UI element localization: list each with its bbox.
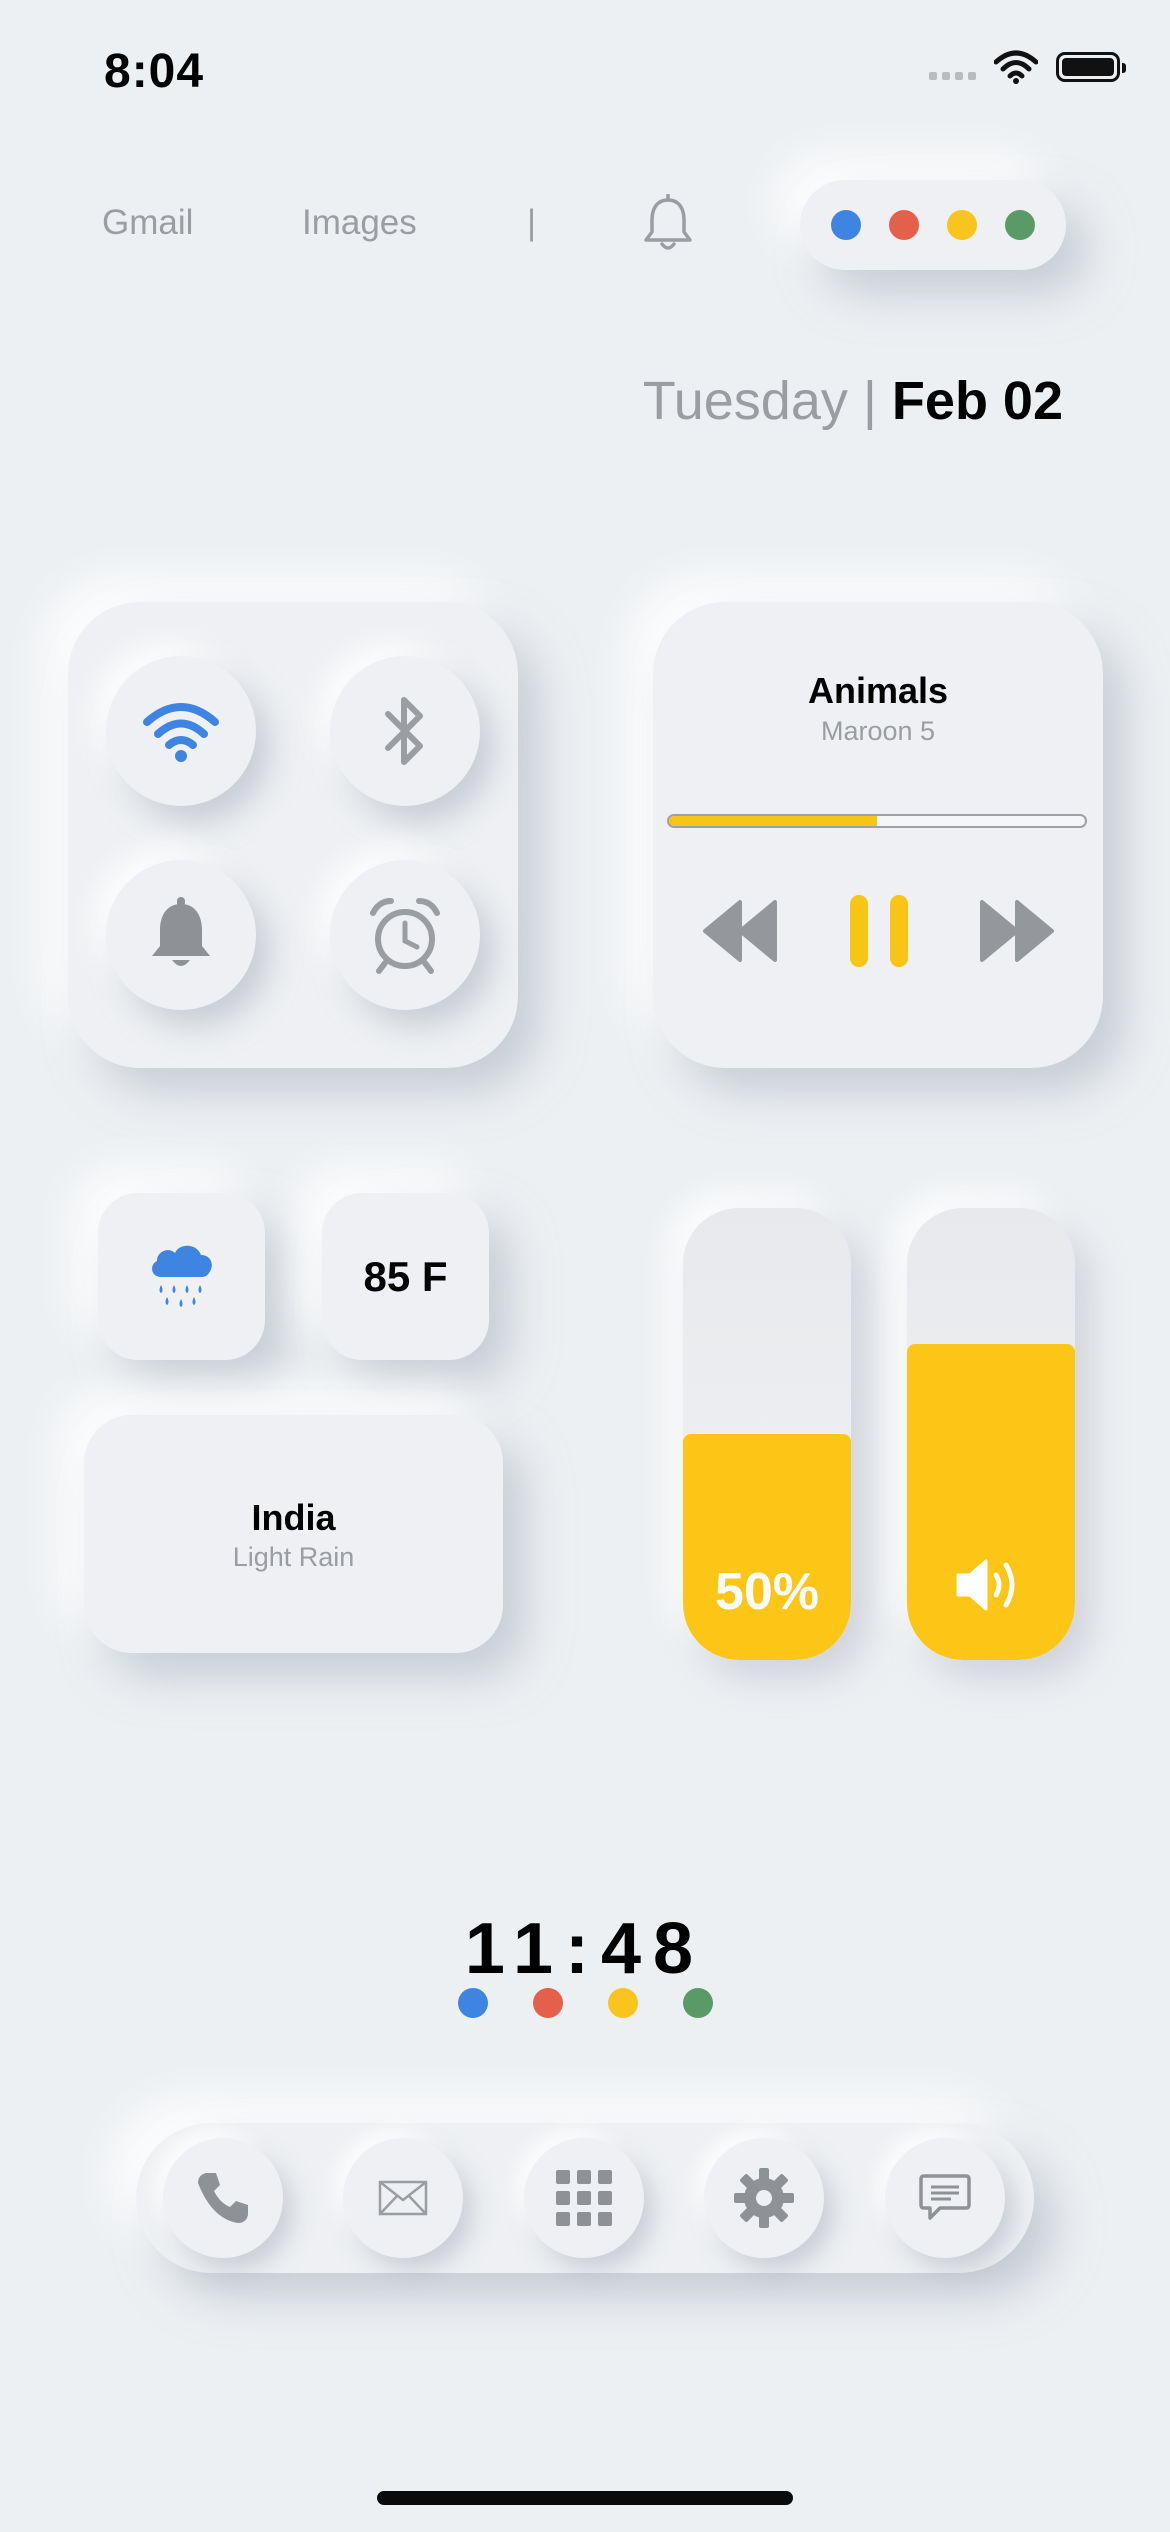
control-panel [68, 602, 518, 1068]
volume-slider[interactable] [907, 1208, 1075, 1660]
red-dot [533, 1988, 563, 2018]
date-separator: | [862, 371, 877, 431]
blue-dot [831, 210, 861, 240]
notifications-toggle[interactable] [106, 860, 256, 1010]
fast-forward-button[interactable] [978, 898, 1056, 969]
dock-settings-button[interactable] [704, 2138, 824, 2258]
alarm-clock-icon [370, 898, 440, 974]
brightness-slider[interactable]: 50% [683, 1208, 851, 1660]
music-player-card: Animals Maroon 5 [653, 602, 1103, 1068]
song-title: Animals [807, 670, 949, 711]
status-icons [929, 50, 1126, 84]
bluetooth-toggle[interactable] [330, 656, 480, 806]
weather-condition: Light Rain [232, 1542, 355, 1572]
dock-apps-button[interactable] [524, 2138, 644, 2258]
mail-icon [378, 2180, 428, 2216]
clock-dots [458, 1988, 713, 2018]
green-dot [1005, 210, 1035, 240]
notification-bell-icon[interactable] [642, 193, 694, 259]
apps-grid-icon [556, 2170, 612, 2226]
temperature-tile[interactable]: 85 F [322, 1193, 489, 1360]
pause-icon [850, 895, 908, 967]
app-dock [136, 2123, 1034, 2273]
bell-icon [152, 897, 210, 966]
speaker-icon [907, 1555, 1075, 1620]
pause-button[interactable] [848, 893, 910, 974]
app-dots-pill[interactable] [800, 180, 1066, 270]
images-link[interactable]: Images [302, 203, 417, 243]
nav-divider: | [527, 203, 537, 242]
brightness-slider-fill [683, 1434, 851, 1660]
wifi-icon [143, 703, 219, 762]
dock-messages-button[interactable] [885, 2138, 1005, 2258]
date-day: Tuesday [642, 371, 848, 431]
settings-gear-icon [734, 2168, 794, 2228]
yellow-dot [608, 1988, 638, 2018]
cellular-signal-icon [929, 72, 976, 80]
brightness-value: 50% [714, 1563, 820, 1621]
digital-clock: 11:48 [464, 1909, 706, 1989]
fast-forward-icon [980, 900, 1054, 962]
temperature-value: 85 F [363, 1252, 448, 1300]
playback-progress-fill [669, 816, 877, 826]
green-dot [683, 1988, 713, 2018]
dock-phone-button[interactable] [163, 2138, 283, 2258]
messages-icon [919, 2174, 971, 2220]
home-indicator[interactable] [377, 2491, 793, 2505]
red-dot [889, 210, 919, 240]
rain-cloud-icon [151, 1245, 212, 1307]
playback-progress-bar[interactable] [667, 814, 1087, 828]
dock-mail-button[interactable] [343, 2138, 463, 2258]
rewind-button[interactable] [701, 898, 779, 969]
blue-dot [458, 1988, 488, 2018]
date-value: Feb 02 [891, 371, 1063, 431]
weather-icon-tile[interactable] [98, 1193, 265, 1360]
battery-icon [1056, 52, 1126, 82]
weather-location-card[interactable]: India Light Rain [84, 1415, 503, 1653]
rewind-icon [703, 900, 777, 962]
status-time: 8:04 [104, 45, 205, 98]
song-artist: Maroon 5 [820, 716, 936, 746]
phone-icon [198, 2173, 248, 2223]
wifi-toggle[interactable] [106, 656, 256, 806]
weather-location: India [251, 1497, 336, 1538]
bluetooth-icon [385, 697, 423, 765]
wifi-icon [994, 50, 1038, 84]
gmail-link[interactable]: Gmail [102, 203, 193, 243]
yellow-dot [947, 210, 977, 240]
alarm-toggle[interactable] [330, 860, 480, 1010]
date-display: Tuesday | Feb 02 [643, 370, 1063, 432]
